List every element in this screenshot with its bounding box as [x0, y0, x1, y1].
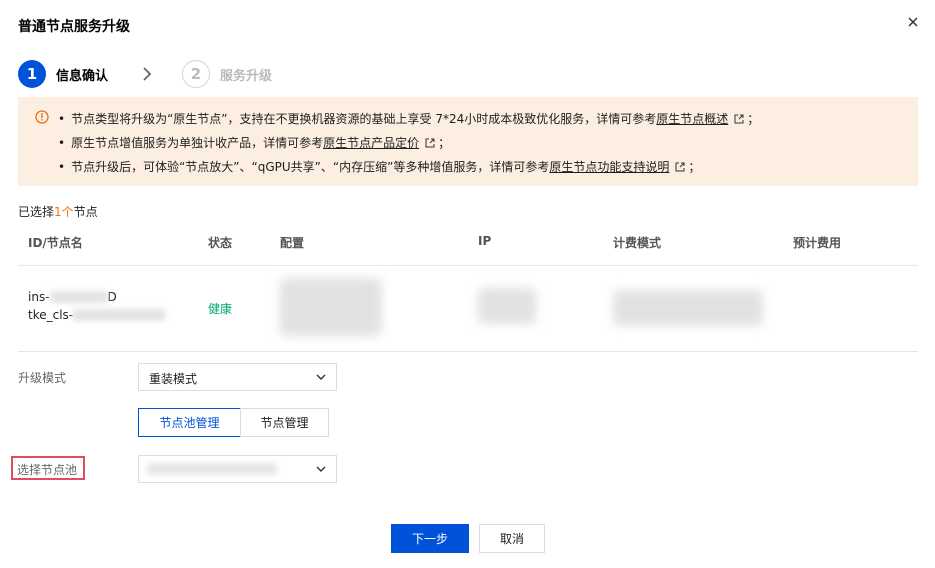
warning-circle-icon — [35, 110, 49, 124]
redacted-ip — [478, 288, 536, 324]
step-1-label: 信息确认 — [56, 68, 109, 84]
redacted-billing — [613, 290, 763, 326]
alert-line-2: • 原生节点增值服务为单独计收产品，详情可参考原生节点产品定价； — [58, 136, 451, 150]
redacted-name — [73, 309, 166, 321]
column-config: 配置 — [280, 236, 305, 250]
tab-node-management[interactable]: 节点管理 — [240, 408, 329, 437]
close-icon[interactable] — [905, 14, 921, 30]
upgrade-mode-value: 重装模式 — [149, 372, 198, 386]
upgrade-mode-select[interactable]: 重装模式 — [138, 363, 337, 391]
alert-text-1: 节点类型将升级为“原生节点”，支持在不更换机器资源的基础上享受 7*24小时成本… — [71, 112, 657, 126]
selected-count-text: 已选择1个节点 — [18, 205, 98, 219]
table-header: ID/节点名 状态 配置 IP 计费模式 预计费用 — [18, 232, 918, 266]
step-2-number: 2 — [182, 60, 211, 88]
external-link-icon[interactable] — [675, 162, 685, 172]
external-link-icon[interactable] — [734, 114, 744, 124]
chevron-right-icon — [143, 67, 152, 81]
upgrade-dialog: 普通节点服务升级 1 信息确认 2 服务升级 • 节点类型将升级为“原生节点”，支… — [0, 0, 935, 568]
step-1-number: 1 — [18, 60, 46, 88]
column-ip: IP — [478, 234, 492, 248]
column-status: 状态 — [208, 236, 233, 250]
link-native-node-overview[interactable]: 原生节点概述 — [656, 112, 728, 126]
alert-line-3: • 节点升级后，可体验“节点放大”、“qGPU共享”、“内存压缩”等多种增值服务，… — [58, 160, 701, 174]
status-badge: 健康 — [208, 302, 233, 316]
dialog-title: 普通节点服务升级 — [18, 19, 130, 35]
node-id: ins- D — [28, 290, 117, 304]
redacted-id — [49, 291, 108, 303]
chevron-down-icon — [316, 374, 326, 380]
alert-text-2: 原生节点增值服务为单独计收产品，详情可参考 — [71, 136, 324, 150]
redacted-config — [280, 278, 382, 336]
link-native-node-features[interactable]: 原生节点功能支持说明 — [549, 160, 669, 174]
redacted-node-pool — [147, 463, 277, 475]
next-step-button[interactable]: 下一步 — [391, 524, 469, 553]
column-id-name: ID/节点名 — [28, 236, 83, 250]
column-estimated-cost: 预计费用 — [793, 236, 842, 250]
selected-count: 1个 — [54, 205, 74, 219]
node-name: tke_cls- — [28, 308, 166, 322]
upgrade-mode-label: 升级模式 — [18, 371, 67, 385]
alert-text-3: 节点升级后，可体验“节点放大”、“qGPU共享”、“内存压缩”等多种增值服务，详… — [71, 160, 550, 174]
alert-line-1: • 节点类型将升级为“原生节点”，支持在不更换机器资源的基础上享受 7*24小时成… — [58, 112, 760, 126]
cancel-button[interactable]: 取消 — [479, 524, 545, 553]
stepper: 1 信息确认 2 服务升级 — [18, 60, 272, 88]
node-pool-label: 选择节点池 — [17, 463, 78, 477]
chevron-down-icon — [316, 466, 326, 472]
column-billing-mode: 计费模式 — [613, 236, 662, 250]
external-link-icon[interactable] — [425, 138, 435, 148]
link-native-node-pricing[interactable]: 原生节点产品定价 — [323, 136, 419, 150]
node-pool-select[interactable] — [138, 455, 337, 483]
step-2-label: 服务升级 — [220, 68, 273, 84]
tab-node-pool-management[interactable]: 节点池管理 — [138, 408, 241, 437]
info-alert: • 节点类型将升级为“原生节点”，支持在不更换机器资源的基础上享受 7*24小时成… — [18, 97, 918, 186]
table-row: ins- D tke_cls- 健康 — [18, 266, 918, 352]
